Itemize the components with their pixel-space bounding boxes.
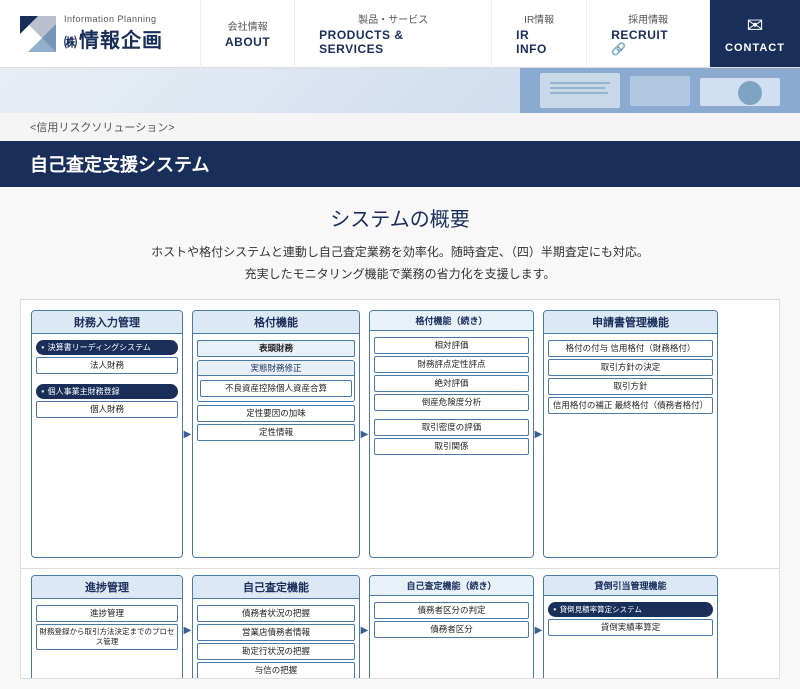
diagram-col-jiko: 自己査定機能 債務者状況の把握 営業店債務者情報 勘定行状況の把握 与信の把握 <box>192 575 360 679</box>
item-tessei-info: 定性情報 <box>197 424 355 441</box>
sub-jittai-hdr: 実態財務修正 <box>198 361 354 376</box>
item-torihiki-kankei: 取引関係 <box>374 438 529 455</box>
desc-line1: ホストや格付システムと連動し自己査定業務を効率化。随時査定、（四）半期査定にも対… <box>20 242 780 264</box>
diagram-col-kakutsuke: 格付機能 表頭財務 実態財務修正 不良資産控除個人資産合算 定性要因の加味 定性… <box>192 310 360 558</box>
header: Information Planning ㈱ 情報企画 会社情報 ABOUT 製… <box>0 0 800 68</box>
nav-recruit[interactable]: 採用情報 RECRUIT 🔗 <box>587 0 710 68</box>
arrow3: ▶ <box>536 310 541 558</box>
item-process: 財務登録から取引方法決定までのプロセス管理 <box>36 624 178 650</box>
item-hyoto: 表頭財務 <box>197 340 355 357</box>
logo-text-area: Information Planning ㈱ 情報企画 <box>64 14 163 53</box>
diagram-col-shinsei: 申請書管理機能 格付の付与 信用格付（財務格付） 取引方針の決定 取引方針 信用… <box>543 310 718 558</box>
item-zaiten: 財務評点定性評点 <box>374 356 529 373</box>
nav-ir-jp: IR情報 <box>524 11 554 26</box>
logo-icon <box>20 16 56 52</box>
diagram-col-shinchou: 進捗管理 進捗管理 財務登録から取引方法決定までのプロセス管理 <box>31 575 183 679</box>
bottom-col1-header: 進捗管理 <box>32 576 182 599</box>
bottom-arrow2: ▶ <box>362 575 367 679</box>
hero-placeholder <box>520 68 800 113</box>
item-keisan: 決算書リーディングシステム <box>36 340 178 355</box>
item-mitsumori-sys: 貸倒見積率算定システム <box>548 602 713 617</box>
hero-image <box>0 68 800 113</box>
item-furyou: 不良資産控除個人資産合算 <box>200 380 352 397</box>
nav-recruit-jp: 採用情報 <box>628 11 668 26</box>
main-nav: 会社情報 ABOUT 製品・サービス PRODUCTS & SERVICES I… <box>200 0 710 67</box>
bottom-col4-header: 貸倒引当管理機能 <box>544 576 717 596</box>
bottom-col2-header: 自己査定機能 <box>193 576 359 599</box>
item-jisseki: 貸倒実績率算定 <box>548 619 713 636</box>
item-torihiki-hoshin2: 取引方針 <box>548 378 713 395</box>
item-kubun: 債務者区分 <box>374 621 529 638</box>
diagram-col-zaim: 財務入力管理 決算書リーディングシステム 法人財務 個人事業主財務登録 個人財務 <box>31 310 183 558</box>
bottom-col1-body: 進捗管理 財務登録から取引方法決定までのプロセス管理 <box>32 599 182 656</box>
item-shinchou-mgmt: 進捗管理 <box>36 605 178 622</box>
nav-about-en: ABOUT <box>225 35 270 49</box>
item-hossei: 信用格付の補正 最終格付（債務者格付） <box>548 397 713 414</box>
nav-recruit-en: RECRUIT 🔗 <box>611 28 685 56</box>
col2-body: 表頭財務 実態財務修正 不良資産控除個人資産合算 定性要因の加味 定性情報 <box>193 334 359 447</box>
hero-svg <box>520 68 800 113</box>
diagram-col-hyoka: 格付機能（続き） 相対評価 財務評点定性評点 絶対評価 倒産危険度分析 取引密度… <box>369 310 534 558</box>
item-zettai: 絶対評価 <box>374 375 529 392</box>
col1-body: 決算書リーディングシステム 法人財務 個人事業主財務登録 個人財務 <box>32 334 182 424</box>
item-hojin: 法人財務 <box>36 357 178 374</box>
item-torihiki-hoshin: 取引方針の決定 <box>548 359 713 376</box>
col2-header: 格付機能 <box>193 311 359 334</box>
diagram-col-kashidaore: 貸倒引当管理機能 貸倒見積率算定システム 貸倒実績率算定 <box>543 575 718 679</box>
logo-kanji: ㈱ <box>64 32 77 51</box>
nav-about[interactable]: 会社情報 ABOUT <box>200 0 295 68</box>
item-kakutsuke-fuyo: 格付の付与 信用格付（財務格付） <box>548 340 713 357</box>
breadcrumb[interactable]: <信用リスクソリューション> <box>30 122 175 134</box>
section-title: システムの概要 <box>20 203 780 232</box>
col3-body: 相対評価 財務評点定性評点 絶対評価 倒産危険度分析 取引密度の評価 取引関係 <box>370 331 533 461</box>
bottom-col4-body: 貸倒見積率算定システム 貸倒実績率算定 <box>544 596 717 642</box>
diagram-col-saimu: 自己査定機能（続き） 債務者区分の判定 債務者区分 <box>369 575 534 679</box>
nav-ir[interactable]: IR情報 IR INFO <box>492 0 587 68</box>
contact-label: CONTACT <box>725 42 785 54</box>
col1-header: 財務入力管理 <box>32 311 182 334</box>
desc-line2: 充実したモニタリング機能で業務の省力化を支援します。 <box>20 264 780 286</box>
nav-ir-en: IR INFO <box>516 28 562 56</box>
item-kanjou: 勘定行状況の把握 <box>197 643 355 660</box>
col4-body: 格付の付与 信用格付（財務格付） 取引方針の決定 取引方針 信用格付の補正 最終… <box>544 334 717 420</box>
arrow1: ▶ <box>185 310 190 558</box>
item-sotai: 相対評価 <box>374 337 529 354</box>
item-torihiki-mitsudo: 取引密度の評価 <box>374 419 529 436</box>
arrow2: ▶ <box>362 310 367 558</box>
bottom-col3-body: 債務者区分の判定 債務者区分 <box>370 596 533 644</box>
item-yoshin: 与信の把握 <box>197 662 355 679</box>
logo-area: Information Planning ㈱ 情報企画 <box>0 0 200 67</box>
main-content: システムの概要 ホストや格付システムと連動し自己査定業務を効率化。随時査定、（四… <box>0 187 800 689</box>
item-kojin-zaim: 個人財務 <box>36 401 178 418</box>
contact-button[interactable]: ✉ CONTACT <box>710 0 800 67</box>
nav-products-en: PRODUCTS & SERVICES <box>319 28 467 56</box>
col3-header: 格付機能（続き） <box>370 311 533 331</box>
item-eigyo: 営業店債務者情報 <box>197 624 355 641</box>
bottom-arrow1: ▶ <box>185 575 190 679</box>
logo-main: 情報企画 <box>79 24 163 53</box>
sub-jittai: 実態財務修正 不良資産控除個人資産合算 <box>197 360 355 402</box>
bottom-col2-body: 債務者状況の把握 営業店債務者情報 勘定行状況の把握 与信の把握 <box>193 599 359 679</box>
item-saimu-haaku: 債務者状況の把握 <box>197 605 355 622</box>
col4-header: 申請書管理機能 <box>544 311 717 334</box>
nav-about-jp: 会社情報 <box>228 18 268 33</box>
mail-icon: ✉ <box>747 13 764 38</box>
diagram-bottom: 進捗管理 進捗管理 財務登録から取引方法決定までのプロセス管理 ▶ 自己査定機能… <box>20 569 780 679</box>
item-kojin-reg: 個人事業主財務登録 <box>36 384 178 399</box>
page-title-bar: 自己査定支援システム <box>0 141 800 187</box>
item-tesei: 定性要因の加味 <box>197 405 355 422</box>
bottom-arrow3: ▶ <box>536 575 541 679</box>
bottom-col3-header: 自己査定機能（続き） <box>370 576 533 596</box>
description: ホストや格付システムと連動し自己査定業務を効率化。随時査定、（四）半期査定にも対… <box>20 242 780 285</box>
diagram-top: 財務入力管理 決算書リーディングシステム 法人財務 個人事業主財務登録 個人財務… <box>20 299 780 569</box>
item-tosan: 倒産危険度分析 <box>374 394 529 411</box>
nav-products-jp: 製品・サービス <box>358 11 428 26</box>
page-title: 自己査定支援システム <box>30 151 770 177</box>
item-kubun-hantei: 債務者区分の判定 <box>374 602 529 619</box>
logo-subtitle: Information Planning <box>64 14 163 24</box>
nav-products[interactable]: 製品・サービス PRODUCTS & SERVICES <box>295 0 492 68</box>
breadcrumb-area: <信用リスクソリューション> <box>0 113 800 141</box>
